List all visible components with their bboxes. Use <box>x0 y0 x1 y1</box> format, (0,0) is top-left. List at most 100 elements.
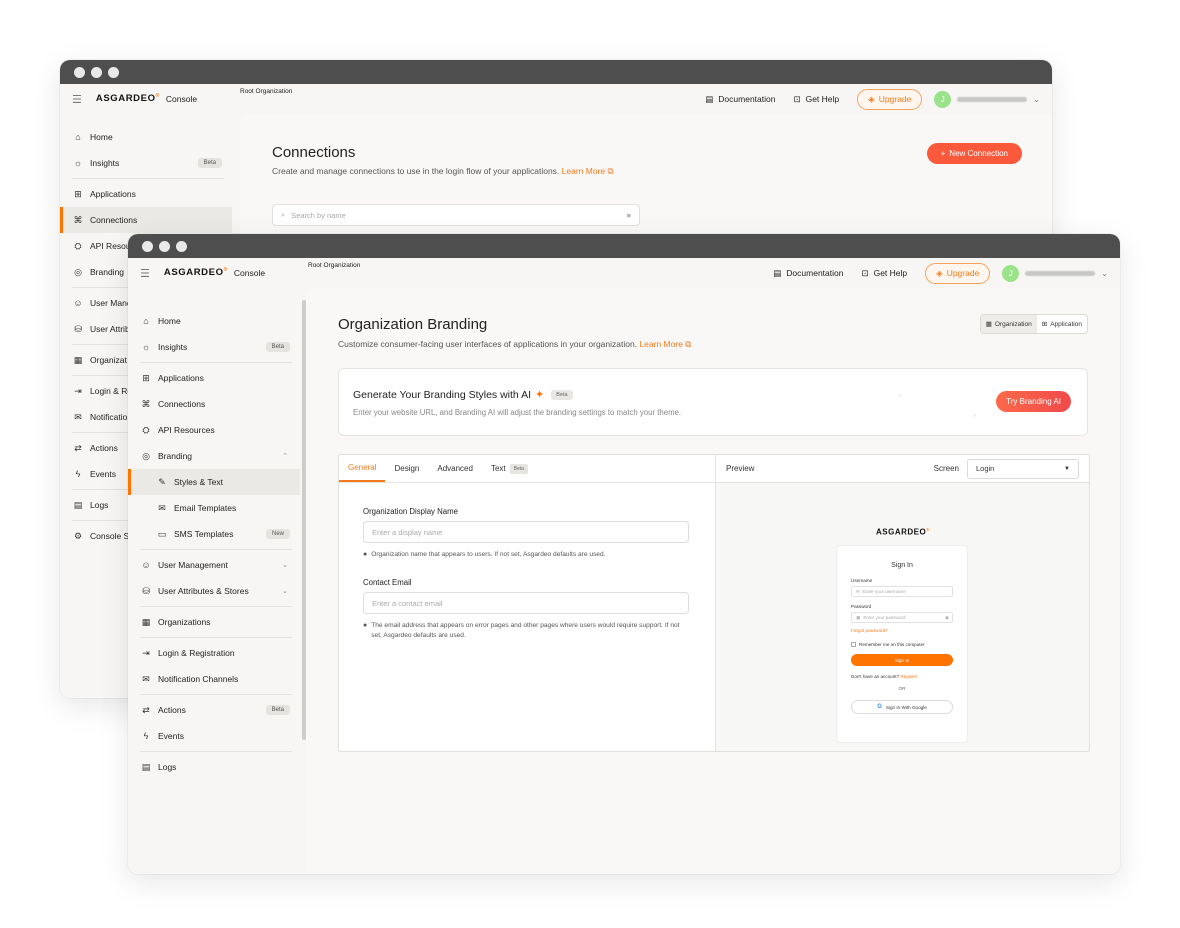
window-close-dot[interactable] <box>74 66 85 78</box>
sidebar-item-connections[interactable]: ⌘ Connections <box>128 391 300 417</box>
user-email-redacted <box>1025 270 1096 276</box>
external-link-icon: ⧉ <box>685 339 692 349</box>
attributes-icon: ⛁ <box>74 323 82 334</box>
tab-design[interactable]: Design <box>385 455 428 482</box>
scope-toggle: ▦ Organization ⊞ Application <box>979 314 1088 334</box>
sidebar-item-sms-templates[interactable]: ▭ SMS Templates New <box>128 521 300 547</box>
chevron-down-icon: ⌄ <box>1101 268 1108 278</box>
sms-icon: ▭ <box>157 528 167 539</box>
mail-icon: ✉ <box>856 588 860 594</box>
diamond-icon: ◈ <box>868 93 875 104</box>
front-window: ☰ ASGARDEO® Console Root Organization ▤ D… <box>128 234 1120 874</box>
preview-forgot-password: Forgot password? <box>851 628 888 633</box>
menu-icon[interactable]: ☰ <box>140 267 150 280</box>
sidebar-item-user-management[interactable]: ☺ User Management ⌄ <box>128 552 300 578</box>
connections-icon: ⌘ <box>73 214 83 225</box>
sidebar-item-actions[interactable]: ⇄ Actions Beta <box>128 697 300 723</box>
documentation-link[interactable]: ▤ Documentation <box>705 94 775 105</box>
tab-text[interactable]: Text Beta <box>482 455 537 482</box>
screen-select[interactable]: Login ▼ <box>967 458 1079 479</box>
front-sidebar: ⌂ Home ☼ Insights Beta ⊞ Applications ⌘ Conne… <box>128 288 300 874</box>
external-link-icon: ⧉ <box>607 166 614 176</box>
preview-remember-me: Remember me on this computer <box>851 642 925 647</box>
sidebar-item-branding[interactable]: ◎ Branding ⌃ <box>128 443 300 469</box>
sidebar-item-events[interactable]: ϟ Events <box>128 723 300 749</box>
sidebar-item-insights[interactable]: ☼ Insights Beta <box>128 334 300 360</box>
scope-organization-button[interactable]: ▦ Organization <box>980 315 1037 333</box>
preview-password-label: Password <box>851 604 872 609</box>
chat-icon: ⊡ <box>793 93 801 104</box>
display-name-input[interactable]: Enter a display name <box>363 521 689 543</box>
sidebar-item-home[interactable]: ⌂ Home <box>128 308 300 334</box>
preview-username-label: Username <box>851 578 873 583</box>
divider <box>140 606 292 607</box>
window-minimize-dot[interactable] <box>159 240 170 252</box>
sidebar-item-applications[interactable]: ⊞ Applications <box>128 365 300 391</box>
grid-icon: ⊞ <box>1041 321 1048 328</box>
documentation-link[interactable]: ▤ Documentation <box>773 268 843 279</box>
info-icon: ● <box>363 551 368 558</box>
learn-more-link[interactable]: Learn More ⧉ <box>562 166 614 176</box>
tab-general[interactable]: General <box>339 455 386 482</box>
sidebar-item-connections[interactable]: ⌘ Connections <box>60 207 232 233</box>
preview-logo: ASGARDEO® <box>876 527 930 537</box>
api-icon: ⛭ <box>142 424 150 435</box>
connections-icon: ⌘ <box>141 398 151 409</box>
try-branding-ai-button[interactable]: Try Branding AI <box>996 391 1071 412</box>
learn-more-link[interactable]: Learn More ⧉ <box>639 339 691 349</box>
sidebar-item-user-attributes[interactable]: ⛁ User Attributes & Stores ⌄ <box>128 578 300 604</box>
sidebar-item-logs[interactable]: ▤ Logs <box>128 754 300 780</box>
general-form: Organization Display Name Enter a displa… <box>363 507 689 640</box>
preview-or-divider: OR <box>898 686 906 691</box>
google-icon: G <box>877 704 882 710</box>
brand-logo: ASGARDEO® <box>163 267 228 279</box>
attributes-icon: ⛁ <box>142 585 150 596</box>
root-org-label: Root Organization <box>308 262 361 269</box>
get-help-link[interactable]: ⊡ Get Help <box>861 268 907 279</box>
grid-icon: ⊞ <box>74 188 82 199</box>
scope-application-button[interactable]: ⊞ Application <box>1037 315 1087 333</box>
search-input[interactable]: ⌕ Search by name ≡ <box>272 204 640 226</box>
contact-email-input[interactable]: Enter a contact email <box>363 592 689 615</box>
preview-header: Preview Screen Login ▼ <box>716 455 1089 483</box>
window-maximize-dot[interactable] <box>108 66 119 78</box>
divider <box>140 751 292 752</box>
tab-advanced[interactable]: Advanced <box>428 455 482 482</box>
sidebar-item-api-resources[interactable]: ⛭ API Resources <box>128 417 300 443</box>
sidebar-item-styles-text[interactable]: ✎ Styles & Text <box>128 469 300 495</box>
display-name-hint: ● Organization name that appears to users… <box>363 550 689 560</box>
actions-icon: ⇄ <box>142 704 150 715</box>
sidebar-item-home[interactable]: ⌂ Home <box>60 124 232 150</box>
plus-icon: + <box>940 149 946 158</box>
new-connection-button[interactable]: + New Connection <box>926 143 1022 164</box>
brand-logo: ASGARDEO® <box>95 93 160 105</box>
sidebar-item-applications[interactable]: ⊞ Applications <box>60 181 232 207</box>
divider <box>140 362 292 363</box>
filter-icon[interactable]: ≡ <box>627 211 631 220</box>
ai-card-title: Generate Your Branding Styles with AI ✦ Be… <box>353 388 573 401</box>
window-minimize-dot[interactable] <box>91 66 102 78</box>
sidebar-item-email-templates[interactable]: ✉ Email Templates <box>128 495 300 521</box>
eye-icon: ◉ <box>944 614 949 620</box>
preview-sign-in-title: Sign In <box>891 562 913 569</box>
branding-ai-card: Generate Your Branding Styles with AI ✦ Be… <box>338 368 1088 436</box>
user-menu[interactable]: J ⌄ <box>934 90 1040 108</box>
window-close-dot[interactable] <box>142 240 153 252</box>
chevron-down-icon: ⌄ <box>282 588 288 595</box>
front-main-content: Organization Branding Customize consumer… <box>306 288 1120 874</box>
get-help-link[interactable]: ⊡ Get Help <box>793 94 839 105</box>
notification-icon: ✉ <box>142 673 150 684</box>
home-icon: ⌂ <box>143 316 149 326</box>
topbar: ☰ ASGARDEO® Console Root Organization ▤ D… <box>60 84 1052 114</box>
window-maximize-dot[interactable] <box>176 240 187 252</box>
user-menu[interactable]: J ⌄ <box>1002 264 1108 282</box>
upgrade-button[interactable]: ◈ Upgrade <box>857 88 923 110</box>
sidebar-item-organizations[interactable]: ▦ Organizations <box>128 609 300 635</box>
settings-icon: ⚙ <box>73 530 83 541</box>
sidebar-item-notification[interactable]: ✉ Notification Channels <box>128 666 300 692</box>
login-icon: ⇥ <box>142 647 150 658</box>
sidebar-item-insights[interactable]: ☼ Insights Beta <box>60 150 232 176</box>
menu-icon[interactable]: ☰ <box>72 93 82 106</box>
sidebar-item-login[interactable]: ⇥ Login & Registration <box>128 640 300 666</box>
upgrade-button[interactable]: ◈ Upgrade <box>925 262 991 284</box>
